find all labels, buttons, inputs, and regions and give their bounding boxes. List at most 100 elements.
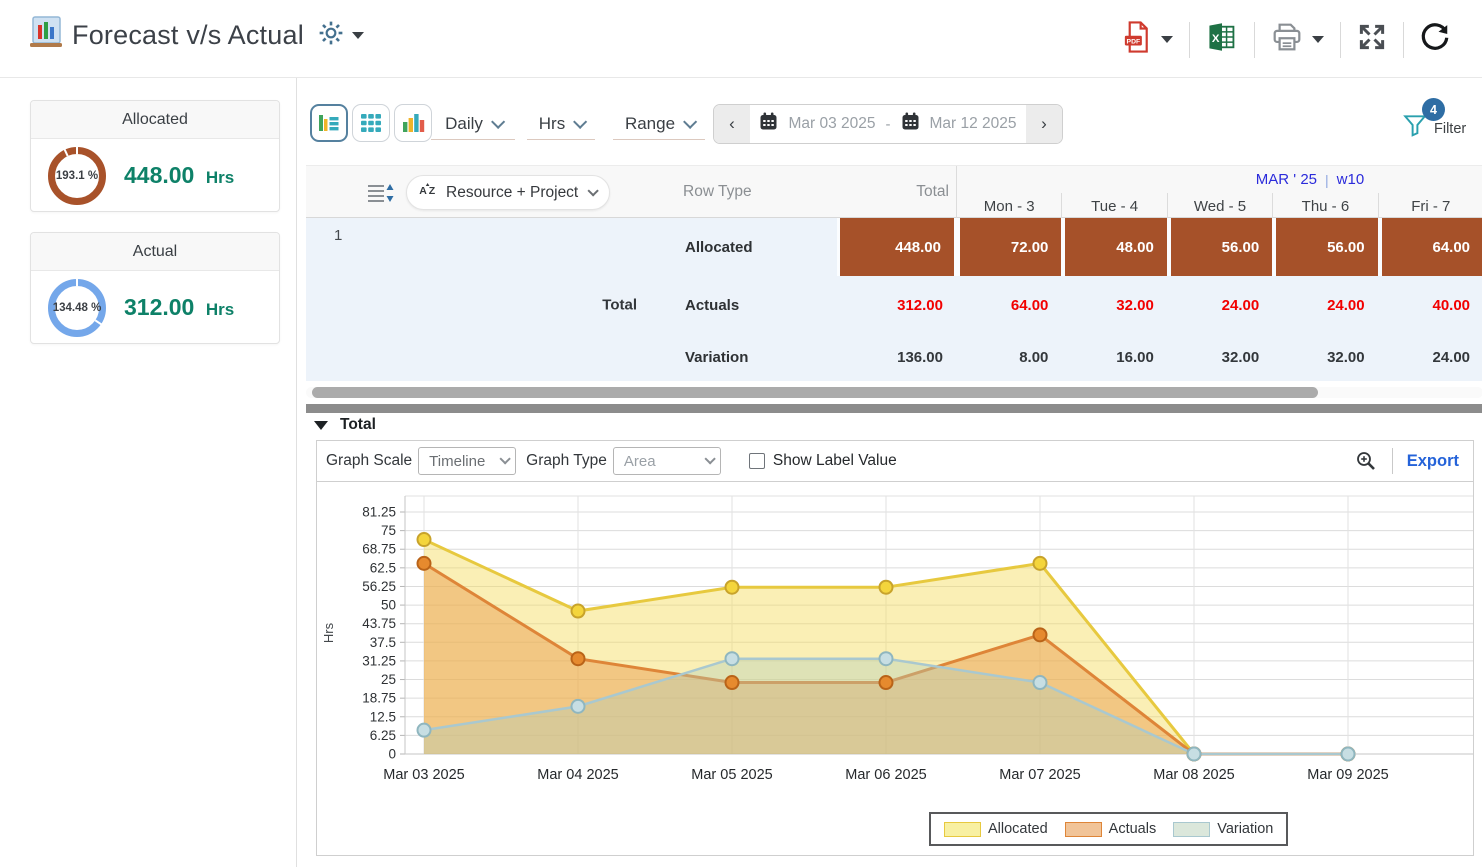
day-cell: 56.00 [1272, 218, 1377, 276]
svg-text:81.25: 81.25 [362, 505, 396, 520]
filter-button[interactable]: 4 Filter [1396, 98, 1480, 150]
grid-view-button[interactable] [352, 104, 390, 142]
svg-text:62.5: 62.5 [370, 560, 396, 575]
legend-swatch [1065, 822, 1102, 837]
svg-text:31.25: 31.25 [362, 653, 396, 668]
area-chart: 06.2512.518.752531.2537.543.755056.2562.… [316, 482, 1474, 856]
svg-text:37.5: 37.5 [370, 635, 396, 650]
svg-text:75: 75 [381, 523, 396, 538]
row-type-label: Allocated [641, 218, 837, 276]
export-link[interactable]: Export [1407, 452, 1459, 471]
allocated-summary-card: Allocated 193.1 % 448.00 Hrs [30, 100, 280, 212]
table-body: 1 Allocated 448.00 72.00 48.00 56.00 56.… [306, 218, 1482, 381]
section-splitter[interactable] [306, 404, 1482, 413]
title-wrap: Forecast v/s Actual [28, 16, 364, 55]
table-row-variation: Variation 136.00 8.00 16.00 32.00 32.00 … [306, 334, 1482, 381]
total-cell: 136.00 [837, 334, 956, 381]
settings-gear-icon[interactable] [318, 20, 344, 51]
app-header: Forecast v/s Actual [0, 0, 1482, 78]
total-cell: 312.00 [837, 276, 956, 334]
fullscreen-icon[interactable] [1357, 22, 1387, 57]
day-header: Mon - 3 [956, 193, 1061, 219]
section-title: Total [340, 416, 376, 434]
total-section-toggle[interactable]: Total [314, 416, 376, 434]
group-by-value: Resource + Project [446, 184, 578, 202]
day-cell: 24.00 [1272, 276, 1377, 334]
svg-text:Mar 05 2025: Mar 05 2025 [691, 767, 772, 783]
show-label-value-label: Show Label Value [773, 452, 897, 470]
svg-text:X: X [1212, 33, 1220, 45]
day-cell: 32.00 [1061, 276, 1166, 334]
prev-period-button[interactable]: ‹ [714, 105, 750, 143]
allocated-hours-value: 448.00 [124, 162, 194, 188]
print-options-caret-icon[interactable] [1312, 36, 1324, 43]
excel-export-icon[interactable]: X [1206, 21, 1238, 58]
legend-swatch [944, 822, 981, 837]
svg-text:0: 0 [388, 747, 396, 762]
total-header: Total [916, 183, 949, 201]
print-icon[interactable] [1271, 22, 1303, 57]
unit-dropdown[interactable]: Hrs [527, 108, 595, 140]
svg-text:PDF: PDF [1127, 38, 1141, 45]
zoom-in-icon[interactable] [1354, 449, 1378, 473]
range-mode-value: Range [625, 114, 675, 134]
graph-type-select[interactable]: Area [613, 447, 721, 475]
range-mode-dropdown[interactable]: Range [613, 108, 705, 140]
day-cell: 72.00 [956, 218, 1061, 276]
svg-text:50: 50 [381, 598, 396, 613]
group-total-label: Total [602, 297, 637, 314]
date-to-value[interactable]: Mar 12 2025 [930, 115, 1017, 133]
show-label-value-checkbox[interactable] [749, 453, 765, 469]
filter-count-badge: 4 [1422, 98, 1445, 121]
actual-hours-unit: Hrs [206, 300, 234, 319]
day-header: Fri - 7 [1378, 193, 1482, 219]
horizontal-scrollbar-thumb[interactable] [312, 387, 1318, 398]
page-title: Forecast v/s Actual [72, 20, 304, 51]
split-view-button[interactable] [310, 104, 348, 142]
day-header: Tue - 4 [1061, 193, 1166, 219]
settings-caret-icon[interactable] [352, 32, 364, 39]
total-cell: 448.00 [837, 218, 956, 276]
graph-controls: Graph Scale Timeline Graph Type Area Sho… [316, 440, 1474, 482]
calendar-icon[interactable] [759, 112, 778, 136]
table-row-allocated: 1 Allocated 448.00 72.00 48.00 56.00 56.… [306, 218, 1482, 276]
filter-label: Filter [1434, 121, 1466, 137]
legend-item-variation: Variation [1173, 821, 1273, 837]
svg-text:Hrs: Hrs [321, 622, 336, 643]
main-panel: Daily Hrs Range ‹ Mar 0 [296, 78, 1482, 867]
day-cell: 8.00 [956, 334, 1061, 381]
legend-swatch [1173, 822, 1210, 837]
view-switcher [310, 104, 432, 142]
svg-text:Mar 06 2025: Mar 06 2025 [845, 767, 926, 783]
next-period-button[interactable]: › [1026, 105, 1062, 143]
actual-percent: 134.48 % [53, 302, 102, 314]
pdf-export-icon[interactable]: PDF [1122, 20, 1152, 59]
forecast-table: A Z Resource + Project Row Type Total MA… [306, 165, 1482, 381]
legend-label: Variation [1217, 821, 1273, 837]
granularity-value: Daily [445, 114, 483, 134]
graph-scale-select[interactable]: Timeline [418, 447, 516, 475]
refresh-icon[interactable] [1420, 22, 1450, 57]
week-header-divider: | [1325, 172, 1329, 188]
allocated-hours-unit: Hrs [206, 168, 234, 187]
svg-text:Mar 04 2025: Mar 04 2025 [537, 767, 618, 783]
day-cell: 40.00 [1378, 276, 1482, 334]
date-from-value[interactable]: Mar 03 2025 [788, 115, 875, 133]
allocated-percent: 193.1 % [56, 170, 98, 182]
pdf-options-caret-icon[interactable] [1161, 36, 1173, 43]
summary-sidebar: Allocated 193.1 % 448.00 Hrs Actual 134.… [0, 78, 296, 867]
graph-type-label: Graph Type [526, 452, 607, 470]
svg-text:Mar 08 2025: Mar 08 2025 [1153, 767, 1234, 783]
chart-view-button[interactable] [394, 104, 432, 142]
graph-scale-value: Timeline [429, 453, 485, 470]
row-number: 1 [334, 227, 342, 244]
day-cell: 32.00 [1272, 334, 1377, 381]
row-sort-icon[interactable] [366, 181, 394, 210]
legend-item-allocated: Allocated [944, 821, 1048, 837]
week-header: MAR ' 25 | w10 [956, 166, 1482, 193]
svg-text:Mar 09 2025: Mar 09 2025 [1307, 767, 1388, 783]
group-by-dropdown[interactable]: A Z Resource + Project [406, 175, 610, 210]
day-cell: 56.00 [1167, 218, 1272, 276]
calendar-icon[interactable] [901, 112, 920, 136]
granularity-dropdown[interactable]: Daily [431, 108, 515, 140]
